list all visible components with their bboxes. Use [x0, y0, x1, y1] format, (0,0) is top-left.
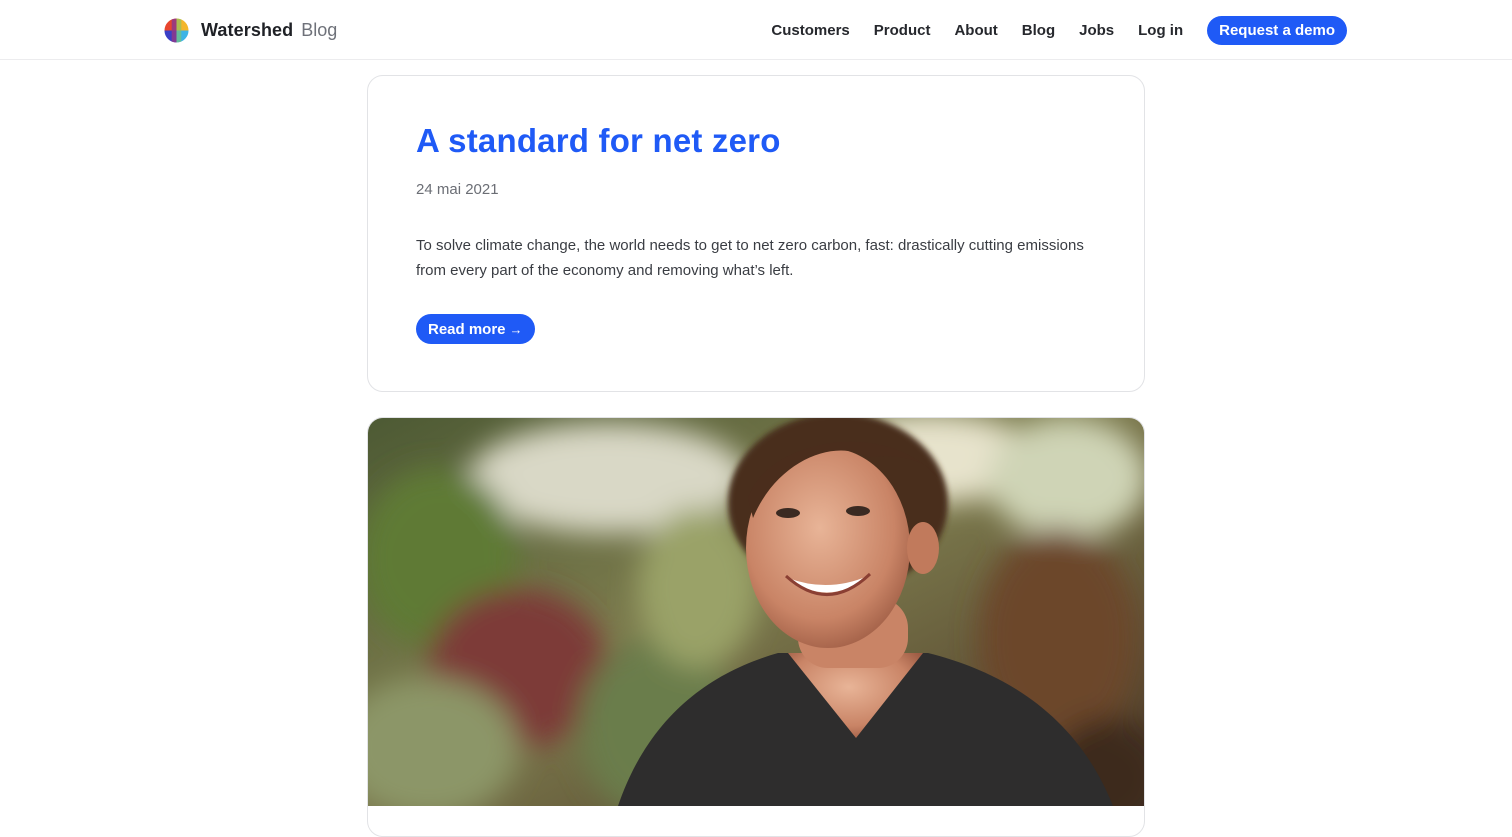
featured-post-card[interactable]	[367, 417, 1145, 837]
read-more-button[interactable]: Read more →	[416, 314, 535, 344]
brand-subtitle: Blog	[301, 19, 338, 40]
arrow-right-icon: →	[509, 321, 523, 337]
nav-link-blog[interactable]: Blog	[1022, 22, 1055, 39]
watershed-logo-icon	[164, 17, 189, 43]
nav-link-about[interactable]: About	[954, 22, 997, 39]
post-card: A standard for net zero 24 mai 2021 To s…	[367, 75, 1145, 392]
request-demo-button[interactable]: Request a demo	[1207, 15, 1347, 45]
post-date: 24 mai 2021	[416, 181, 499, 198]
site-header: Watershed Blog Customers Product About B…	[0, 0, 1512, 60]
post-excerpt: To solve climate change, the world needs…	[416, 237, 1084, 279]
brand-home-link[interactable]: Watershed Blog	[164, 17, 337, 43]
featured-post-photo	[368, 418, 1144, 806]
brand-name: Watershed	[201, 19, 294, 40]
main-nav: Customers Product About Blog Jobs Log in…	[771, 15, 1347, 45]
portrait-photo-image	[368, 418, 1144, 806]
nav-link-login[interactable]: Log in	[1138, 22, 1183, 39]
nav-link-customers[interactable]: Customers	[771, 22, 849, 39]
nav-link-product[interactable]: Product	[874, 22, 931, 39]
post-title-link[interactable]: A standard for net zero	[416, 122, 781, 160]
read-more-label: Read more	[428, 320, 506, 338]
nav-link-jobs[interactable]: Jobs	[1079, 22, 1114, 39]
